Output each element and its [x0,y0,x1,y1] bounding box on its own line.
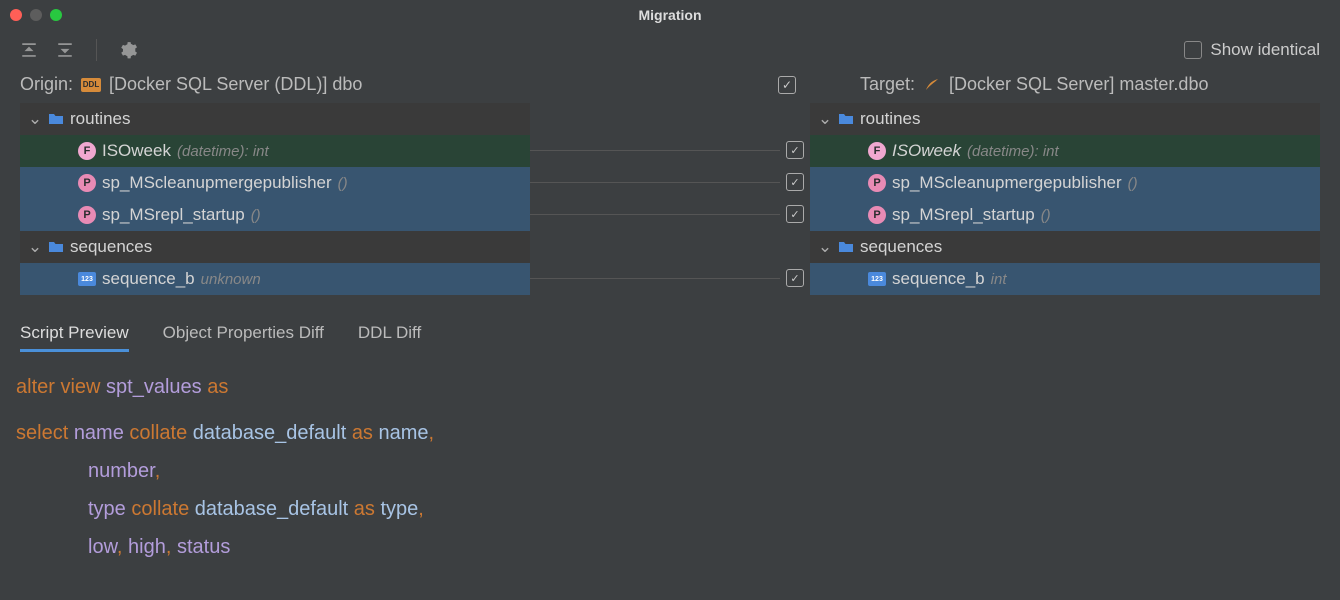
tree-item[interactable]: P sp_MScleanupmergepublisher () [20,167,530,199]
window-close-button[interactable] [10,9,22,21]
tab-ddl-diff[interactable]: DDL Diff [358,323,421,352]
procedure-icon: P [78,206,96,224]
show-identical-label: Show identical [1210,40,1320,60]
show-identical-checkbox[interactable] [1184,41,1202,59]
folder-icon [48,112,64,126]
tree-group-routines[interactable]: ⌄ routines [20,103,530,135]
map-checkbox[interactable]: ✓ [786,173,804,191]
tree-item[interactable]: P sp_MSrepl_startup () [810,199,1320,231]
mapping-area: ✓ ✓ ✓ ✓ [530,103,810,295]
tab-object-properties-diff[interactable]: Object Properties Diff [163,323,324,352]
sqlserver-icon [923,76,941,94]
window-title: Migration [639,7,702,23]
toolbar: Show identical [0,30,1340,70]
window-maximize-button[interactable] [50,9,62,21]
titlebar: Migration [0,0,1340,30]
tree-item[interactable]: F ISOweek (datetime): int [20,135,530,167]
function-icon: F [78,142,96,160]
folder-icon [838,112,854,126]
procedure-icon: P [78,174,96,192]
map-checkbox[interactable]: ✓ [786,205,804,223]
tree-group-sequences[interactable]: ⌄ sequences [810,231,1320,263]
sequence-icon: 123 [78,272,96,286]
target-source: [Docker SQL Server] master.dbo [949,74,1208,95]
tree-item[interactable]: F ISOweek (datetime): int [810,135,1320,167]
function-icon: F [868,142,886,160]
folder-icon [48,240,64,254]
collapse-all-icon[interactable] [20,41,38,59]
map-checkbox[interactable]: ✓ [786,141,804,159]
origin-label: Origin: [20,74,73,95]
origin-tree: ⌄ routines F ISOweek (datetime): int P s… [20,103,530,295]
script-preview: alter view spt_values as select name col… [0,360,1340,574]
expand-all-icon[interactable] [56,41,74,59]
toolbar-divider [96,39,97,61]
chevron-down-icon: ⌄ [818,237,832,257]
tree-item[interactable]: P sp_MScleanupmergepublisher () [810,167,1320,199]
map-checkbox[interactable]: ✓ [786,269,804,287]
chevron-down-icon: ⌄ [28,109,42,129]
tree-item[interactable]: P sp_MSrepl_startup () [20,199,530,231]
ddl-icon: DDL [81,78,101,92]
folder-icon [838,240,854,254]
tab-script-preview[interactable]: Script Preview [20,323,129,352]
tree-item[interactable]: 123 sequence_b unknown [20,263,530,295]
tree-group-sequences[interactable]: ⌄ sequences [20,231,530,263]
chevron-down-icon: ⌄ [28,237,42,257]
procedure-icon: P [868,174,886,192]
source-labels: Origin: DDL [Docker SQL Server (DDL)] db… [0,70,1340,103]
target-tree: ⌄ routines F ISOweek (datetime): int P s… [810,103,1320,295]
tabs: Script Preview Object Properties Diff DD… [0,295,1340,360]
procedure-icon: P [868,206,886,224]
chevron-down-icon: ⌄ [818,109,832,129]
origin-source: [Docker SQL Server (DDL)] dbo [109,74,362,95]
select-all-checkbox[interactable]: ✓ [778,76,796,94]
tree-group-routines[interactable]: ⌄ routines [810,103,1320,135]
tree-item[interactable]: 123 sequence_b int [810,263,1320,295]
sequence-icon: 123 [868,272,886,286]
gear-icon[interactable] [119,41,137,59]
target-label: Target: [860,74,915,95]
window-minimize-button[interactable] [30,9,42,21]
